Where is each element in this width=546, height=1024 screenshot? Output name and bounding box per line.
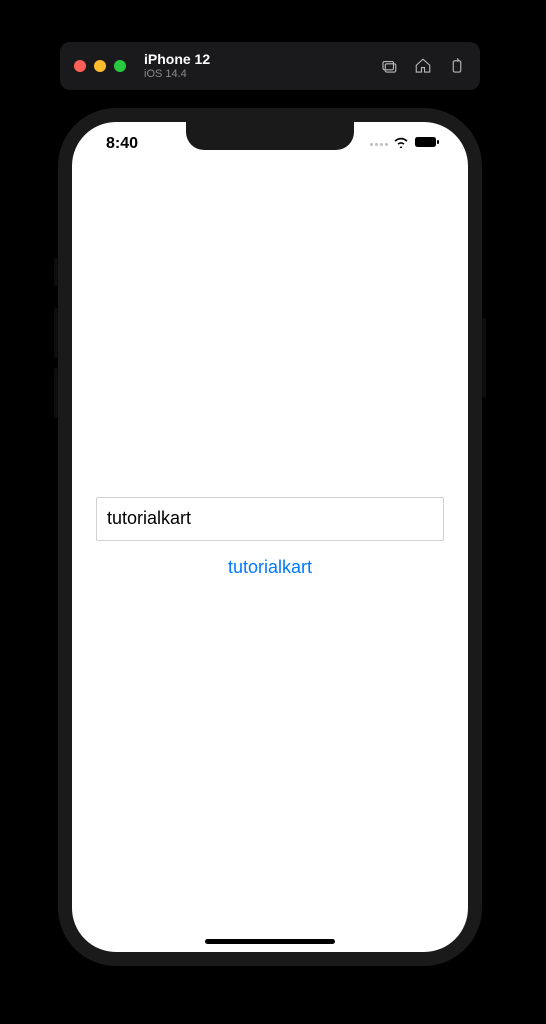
home-indicator[interactable] [205,939,335,944]
simulator-toolbar [380,57,466,75]
text-input[interactable] [96,497,444,541]
signal-indicator [370,143,388,146]
simulator-title-block: iPhone 12 iOS 14.4 [144,52,210,79]
power-button [482,318,486,398]
app-content: tutorialkart [72,122,468,952]
close-window-button[interactable] [74,60,86,72]
traffic-lights [74,60,126,72]
silence-switch [54,258,58,286]
wifi-icon [393,135,409,153]
home-icon[interactable] [414,57,432,75]
status-time: 8:40 [106,135,138,153]
fullscreen-window-button[interactable] [114,60,126,72]
output-label: tutorialkart [228,557,312,578]
screenshot-icon[interactable] [380,57,398,75]
phone-device-frame: 8:40 tutorialkart [58,108,482,966]
volume-up-button [54,308,58,358]
status-right [370,135,440,153]
minimize-window-button[interactable] [94,60,106,72]
phone-screen: 8:40 tutorialkart [72,122,468,952]
simulator-os-version: iOS 14.4 [144,68,210,80]
rotate-icon[interactable] [448,57,466,75]
simulator-titlebar: iPhone 12 iOS 14.4 [60,42,480,90]
notch [186,122,354,150]
volume-down-button [54,368,58,418]
simulator-device-name: iPhone 12 [144,52,210,67]
battery-icon [414,135,440,153]
